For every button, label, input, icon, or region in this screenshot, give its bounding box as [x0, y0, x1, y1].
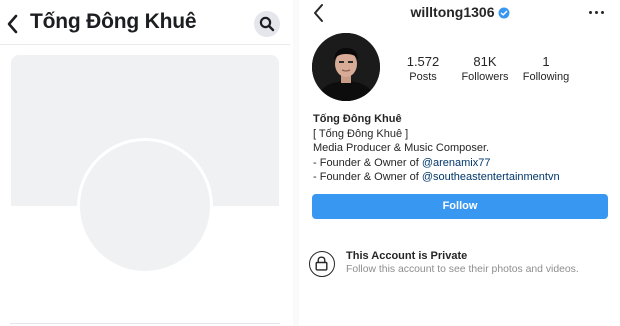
search-button[interactable]: [254, 11, 280, 37]
bio-line: - Founder & Owner of @arenamix77: [313, 156, 560, 171]
followers-count: 81K: [473, 54, 497, 69]
bio-line: Media Producer & Music Composer.: [313, 142, 490, 155]
instagram-profile-panel: willtong1306 1.572 Posts 81K Followers 1…: [300, 0, 620, 326]
follow-button[interactable]: Follow: [312, 194, 608, 219]
mention-link[interactable]: @arenamix77: [422, 157, 491, 169]
search-icon: [259, 16, 275, 32]
profile-picture[interactable]: [312, 33, 380, 101]
stat-followers[interactable]: 81K Followers: [459, 54, 511, 83]
private-account-subtitle: Follow this account to see their photos …: [346, 264, 579, 275]
posts-count: 1.572: [406, 54, 440, 69]
username-header: willtong1306: [300, 4, 620, 22]
following-label: Following: [522, 71, 570, 83]
mention-link[interactable]: @southeastentertainmentvn: [422, 171, 560, 183]
avatar-placeholder[interactable]: [80, 141, 210, 271]
username: willtong1306: [410, 4, 495, 20]
posts-label: Posts: [409, 71, 437, 83]
more-dots-icon[interactable]: [585, 5, 609, 19]
stat-posts: 1.572 Posts: [398, 54, 448, 83]
stat-following[interactable]: 1 Following: [521, 54, 571, 83]
private-account-title: This Account is Private: [346, 250, 468, 262]
panel-divider: [293, 0, 299, 326]
lock-icon: [309, 251, 335, 277]
followers-label: Followers: [461, 71, 509, 83]
verified-badge-icon: [498, 6, 510, 22]
bottom-divider: [10, 323, 280, 324]
bio-name: Tống Đông Khuê: [313, 113, 402, 125]
chevron-left-icon[interactable]: [6, 12, 20, 36]
header-divider: [0, 44, 290, 45]
following-count: 1: [542, 54, 550, 69]
facebook-profile-panel: Tống Đông Khuê: [0, 0, 290, 326]
bio: Tống Đông Khuê [ Tống Đông Khuê ] Media …: [313, 112, 560, 185]
bio-line: [ Tống Đông Khuê ]: [313, 127, 409, 140]
bio-line-text: - Founder & Owner of: [313, 171, 422, 184]
bio-line-text: - Founder & Owner of: [313, 156, 422, 169]
profile-name: Tống Đông Khuê: [30, 10, 197, 33]
bio-line: - Founder & Owner of @southeastentertain…: [313, 170, 560, 185]
